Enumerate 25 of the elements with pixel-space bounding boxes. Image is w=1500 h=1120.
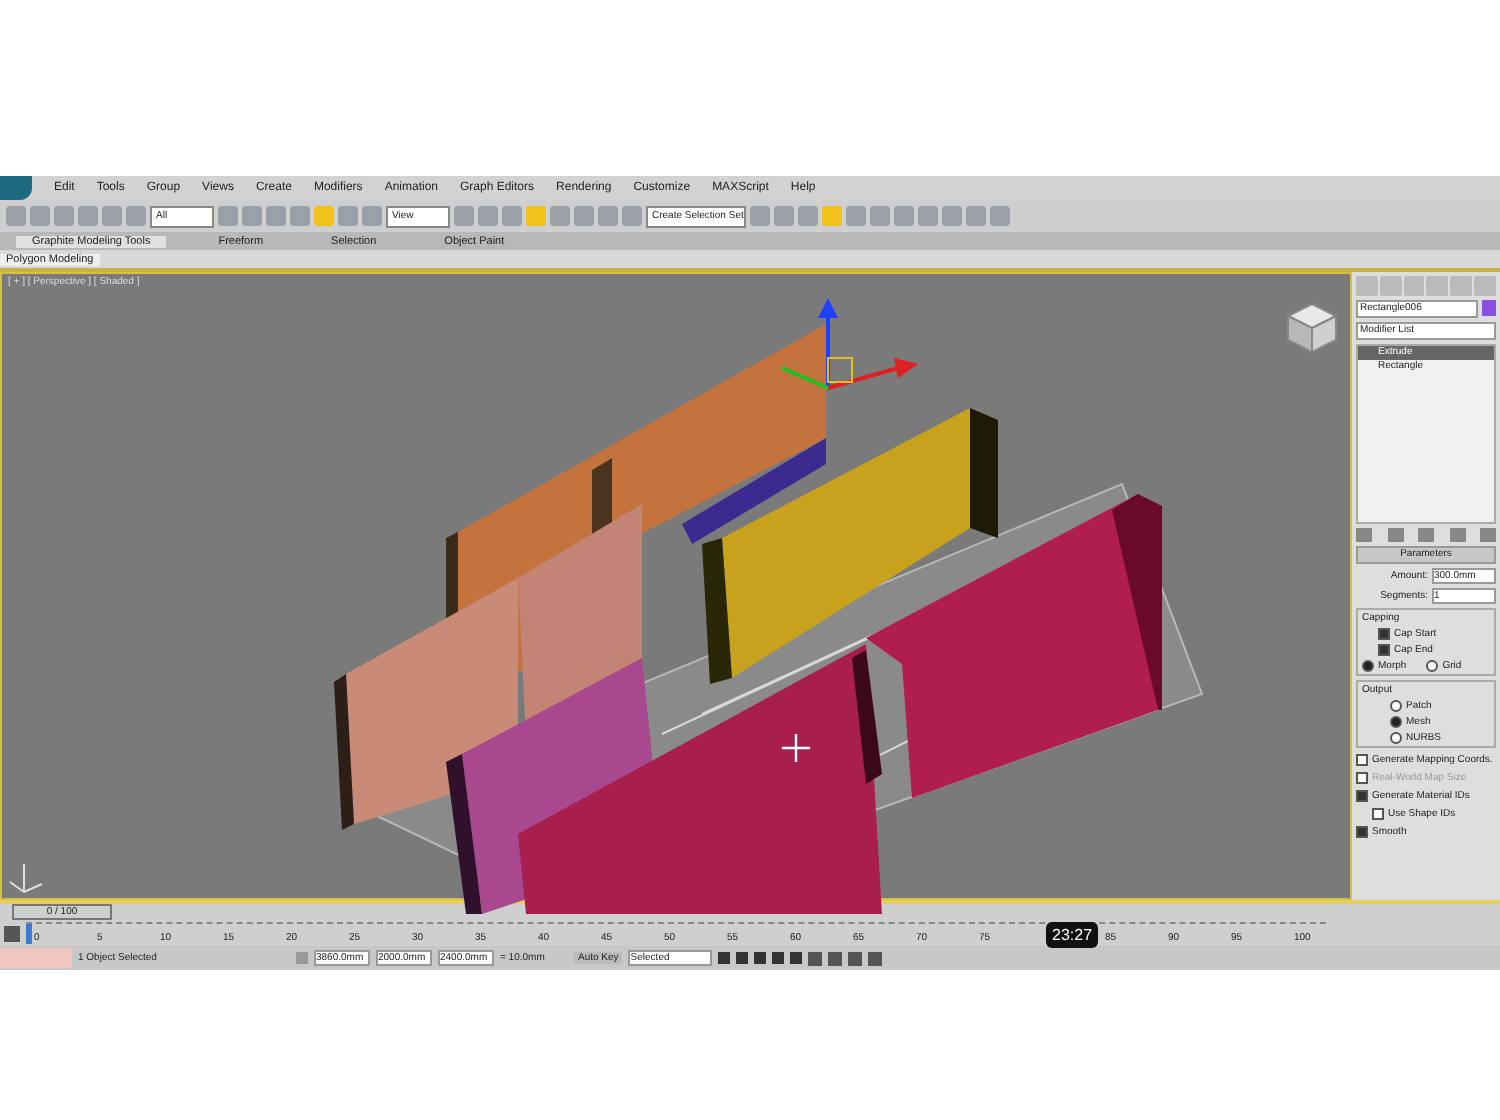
radio-button[interactable] (1390, 715, 1402, 727)
viewcube-icon[interactable] (1282, 298, 1342, 358)
checkbox[interactable] (1356, 825, 1368, 837)
app-logo-icon[interactable] (0, 176, 32, 200)
command-panel-tab-icon[interactable] (1450, 276, 1473, 296)
radio-button[interactable] (1426, 659, 1439, 671)
current-frame-marker[interactable] (26, 924, 32, 944)
checkbox[interactable] (1356, 789, 1368, 801)
video-timestamp: 23:27 (1046, 922, 1099, 948)
command-panel-tab-icon[interactable] (1356, 276, 1378, 296)
radio-button[interactable] (1362, 659, 1374, 671)
command-panel-tab-icon[interactable] (1474, 276, 1496, 296)
command-panel-tab-icon[interactable] (1426, 276, 1449, 296)
maxscript-listener-field[interactable] (0, 948, 72, 968)
radio-button[interactable] (1390, 731, 1402, 743)
command-panel-tab-icon[interactable] (1379, 276, 1402, 296)
object-color-swatch[interactable] (1482, 300, 1496, 316)
radio-button[interactable] (1390, 699, 1402, 711)
checkbox[interactable] (1378, 643, 1390, 655)
checkbox[interactable] (1372, 807, 1384, 819)
checkbox[interactable] (1356, 753, 1368, 765)
checkbox[interactable] (1378, 627, 1390, 639)
crosshair-cursor-icon (782, 734, 810, 762)
command-panel-tab-icon[interactable] (1403, 276, 1425, 296)
axis-tripod-icon (8, 860, 44, 896)
